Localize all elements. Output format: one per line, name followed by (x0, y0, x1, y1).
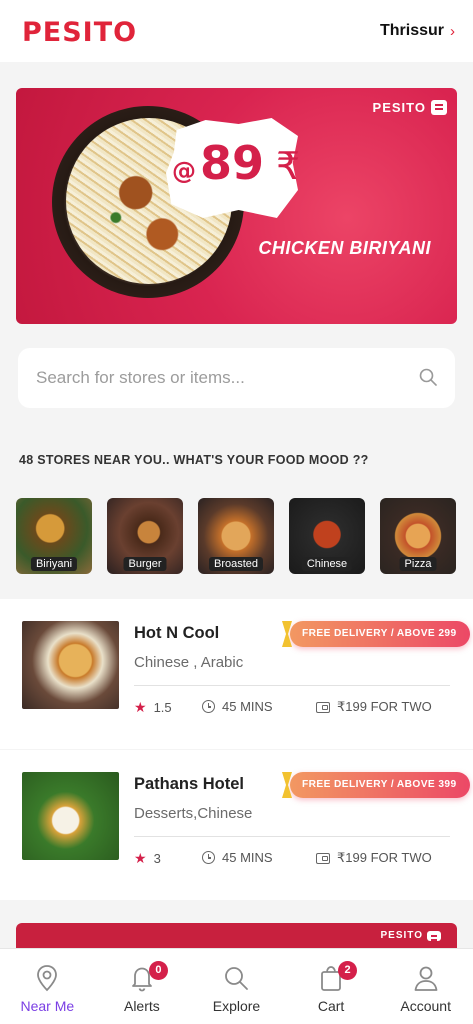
nav-near-me[interactable]: Near Me (7, 963, 87, 1014)
city-label: Thrissur (379, 22, 444, 39)
category-broasted[interactable]: Broasted (198, 498, 274, 574)
price-for-two-value: ₹199 FOR TWO (337, 850, 432, 865)
store-cuisine: Desserts,Chinese (134, 805, 253, 822)
rating-value: 3 (153, 851, 161, 866)
category-biriyani[interactable]: Biriyani (16, 498, 92, 574)
promo-badge: FREE DELIVERY / ABOVE 299 (282, 621, 470, 647)
star-icon: ★ (134, 699, 147, 715)
nav-label: Cart (317, 998, 345, 1014)
store-image (22, 621, 119, 709)
store-name: Pathans Hotel (134, 775, 245, 793)
chevron-right-icon: › (450, 22, 455, 40)
nav-label: Near Me (20, 998, 75, 1014)
location-pin-icon (37, 965, 58, 992)
banner-brand: PESITO (380, 930, 441, 941)
category-list: Biriyani Burger Broasted Chinese Pizza (16, 498, 461, 578)
rating-value: 1.5 (153, 700, 172, 715)
promo-label: FREE DELIVERY / ABOVE 299 (290, 621, 470, 647)
category-label: Broasted (208, 557, 264, 571)
search-input[interactable] (36, 364, 416, 392)
banner-brand-label: PESITO (372, 100, 426, 115)
star-icon: ★ (134, 850, 147, 866)
nav-label: Account (400, 998, 451, 1014)
clock-icon (202, 700, 215, 713)
category-label: Biriyani (30, 557, 78, 571)
category-label: Burger (123, 557, 167, 571)
store-name: Hot N Cool (134, 624, 220, 642)
store-card[interactable]: Pathans Hotel Desserts,Chinese FREE DELI… (0, 750, 473, 900)
stores-count-heading: 48 STORES NEAR YOU.. WHAT'S YOUR FOOD MO… (19, 453, 369, 467)
category-chinese[interactable]: Chinese (289, 498, 365, 574)
promo-label: FREE DELIVERY / ABOVE 399 (290, 772, 470, 798)
banner-price: @ 89 ₹ (172, 136, 301, 190)
delivery-time-value: 45 MINS (222, 699, 273, 714)
banner-dish-name: CHICKEN BIRIYANI (258, 238, 431, 258)
shopping-bag-icon (427, 930, 441, 941)
clock-icon (202, 851, 215, 864)
price-for-two: ₹199 FOR TWO (316, 699, 432, 715)
store-image (22, 772, 119, 860)
wallet-icon (316, 852, 330, 864)
delivery-time: 45 MINS (202, 850, 273, 865)
search-icon[interactable] (419, 368, 437, 386)
user-icon (414, 966, 438, 991)
wallet-icon (316, 701, 330, 713)
delivery-time: 45 MINS (202, 699, 273, 714)
category-burger[interactable]: Burger (107, 498, 183, 574)
cart-count-badge: 2 (338, 961, 358, 980)
category-pizza[interactable]: Pizza (380, 498, 456, 574)
notification-badge: 0 (148, 961, 168, 980)
nav-alerts[interactable]: 0 Alerts (102, 961, 182, 1014)
banner-brand: PESITO (373, 100, 447, 115)
city-selector[interactable]: Thrissur › (380, 22, 455, 40)
nav-label: Explore (212, 998, 261, 1014)
nav-cart[interactable]: 2 Cart (291, 961, 371, 1014)
store-cuisine: Chinese , Arabic (134, 654, 244, 671)
nav-label: Alerts (123, 998, 160, 1014)
promo-banner[interactable]: @ 89 ₹ CHICKEN BIRIYANI PESITO (16, 88, 457, 324)
delivery-time-value: 45 MINS (222, 850, 273, 865)
app-logo: PESITO (22, 17, 138, 48)
store-rating: ★ 3 (134, 850, 161, 867)
nav-explore[interactable]: Explore (196, 963, 276, 1014)
nav-account[interactable]: Account (386, 963, 466, 1014)
search-bar (18, 348, 455, 408)
category-label: Chinese (301, 557, 353, 571)
shopping-bag-icon (431, 100, 447, 115)
store-rating: ★ 1.5 (134, 699, 172, 716)
price-for-two: ₹199 FOR TWO (316, 850, 432, 866)
store-card[interactable]: Hot N Cool Chinese , Arabic FREE DELIVER… (0, 599, 473, 749)
divider (134, 685, 450, 686)
price-for-two-value: ₹199 FOR TWO (337, 699, 432, 714)
category-label: Pizza (399, 557, 437, 571)
search-icon (225, 967, 249, 990)
bottom-navigation: Near Me 0 Alerts Explore 2 Cart Account (0, 948, 473, 1024)
promo-badge: FREE DELIVERY / ABOVE 399 (282, 772, 470, 798)
divider (134, 836, 450, 837)
banner-brand-label: PESITO (380, 930, 423, 941)
top-bar: PESITO Thrissur › (0, 0, 473, 62)
